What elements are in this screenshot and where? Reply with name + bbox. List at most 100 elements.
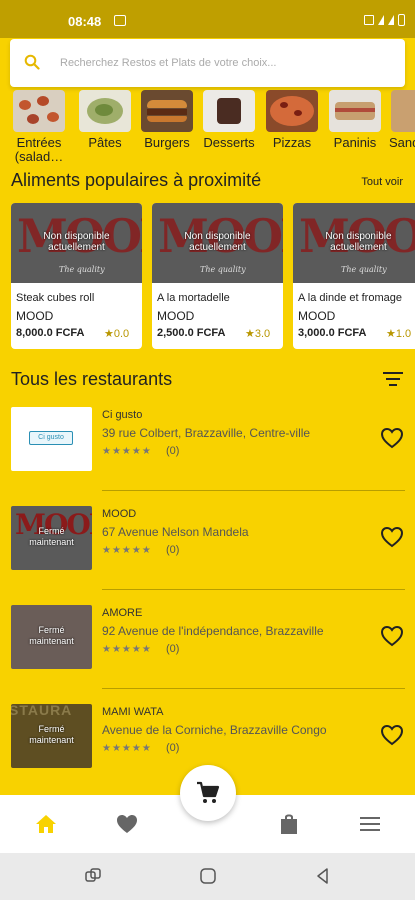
closed-overlay: Fermé maintenant bbox=[11, 625, 92, 647]
restaurant-row[interactable]: Ci gusto Ci gusto 39 rue Colbert, Brazza… bbox=[0, 407, 415, 505]
category-desserts[interactable]: Desserts bbox=[201, 90, 257, 150]
restaurant-logo: Fermé maintenant bbox=[11, 605, 92, 669]
favorite-heart-icon[interactable] bbox=[380, 625, 404, 647]
home-icon[interactable] bbox=[34, 813, 58, 835]
popular-section-title: Aliments populaires à proximité bbox=[11, 170, 262, 190]
category-label: Burgers bbox=[144, 135, 190, 150]
category-desserts-image bbox=[203, 90, 255, 132]
gallery-notification-icon bbox=[114, 15, 126, 26]
category-paninis[interactable]: Paninis bbox=[327, 90, 383, 150]
signal-icon-2 bbox=[388, 15, 394, 25]
rating-stars: ★★★★★ bbox=[102, 545, 152, 556]
cart-button[interactable] bbox=[180, 765, 236, 821]
heart-icon[interactable] bbox=[115, 813, 139, 835]
category-pizzas-image bbox=[266, 90, 318, 132]
category-strip[interactable]: Entrées (salad… Pâtes Burgers Desserts P… bbox=[0, 90, 415, 170]
popular-item-card[interactable]: MOOD The quality Non disponible actuelle… bbox=[152, 203, 283, 349]
restaurant-logo: MOOD Fermé maintenant bbox=[11, 506, 92, 570]
restaurants-section-title: Tous les restaurants bbox=[11, 369, 173, 389]
item-name: Steak cubes roll bbox=[16, 292, 95, 304]
recent-apps-icon[interactable] bbox=[84, 867, 102, 885]
category-label-2: (salad… bbox=[14, 149, 64, 164]
popular-items-list[interactable]: MOOD The quality Non disponible actuelle… bbox=[11, 203, 415, 349]
category-label: Entrées bbox=[16, 135, 62, 150]
filter-line bbox=[383, 372, 403, 374]
overlay-line: Non disponible bbox=[43, 231, 110, 242]
unavailable-overlay: Non disponible actuellement bbox=[11, 231, 142, 253]
popular-item-card[interactable]: MOOD The quality Non disponible actuelle… bbox=[293, 203, 415, 349]
food-image: MOOD The quality Non disponible actuelle… bbox=[11, 203, 142, 283]
rating-stars: ★★★★★ bbox=[102, 743, 152, 754]
search-icon bbox=[24, 54, 40, 70]
category-paninis-image bbox=[329, 90, 381, 132]
overlay-line: Fermé bbox=[38, 526, 65, 536]
popular-item-card[interactable]: MOOD The quality Non disponible actuelle… bbox=[11, 203, 142, 349]
category-label: Desserts bbox=[203, 135, 255, 150]
row-divider bbox=[102, 589, 405, 590]
restaurant-address: Avenue de la Corniche, Brazzaville Congo bbox=[102, 723, 327, 737]
category-burgers[interactable]: Burgers bbox=[139, 90, 195, 150]
status-bar: 08:48 bbox=[0, 0, 415, 38]
favorite-heart-icon[interactable] bbox=[380, 427, 404, 449]
overlay-line: actuellement bbox=[48, 242, 105, 253]
mood-logo-tagline: The quality bbox=[341, 265, 387, 274]
category-sandwiches-image bbox=[391, 90, 415, 132]
unavailable-overlay: Non disponible actuellement bbox=[293, 231, 415, 253]
restaurant-name: Ci gusto bbox=[102, 409, 143, 421]
item-restaurant: MOOD bbox=[298, 309, 336, 323]
category-entrees[interactable]: Entrées (salad… bbox=[11, 90, 67, 164]
status-indicators bbox=[364, 14, 405, 26]
overlay-line: Non disponible bbox=[184, 231, 251, 242]
restaurant-row[interactable]: MOOD Fermé maintenant MOOD 67 Avenue Nel… bbox=[0, 506, 415, 604]
back-icon[interactable] bbox=[314, 867, 332, 885]
overlay-line: maintenant bbox=[29, 537, 74, 547]
item-price: 3,000.0 FCFA bbox=[298, 327, 367, 339]
overlay-line: actuellement bbox=[189, 242, 246, 253]
overlay-line: Non disponible bbox=[325, 231, 392, 242]
review-count: (0) bbox=[166, 643, 180, 655]
category-label: Sandwic bbox=[389, 135, 415, 150]
menu-icon[interactable] bbox=[358, 813, 382, 835]
item-rating: ★1.0 bbox=[386, 328, 412, 340]
overlay-line: maintenant bbox=[29, 636, 74, 646]
category-pizzas[interactable]: Pizzas bbox=[264, 90, 320, 150]
rating-stars: ★★★★★ bbox=[102, 644, 152, 655]
see-all-link[interactable]: Tout voir bbox=[361, 176, 403, 188]
favorite-heart-icon[interactable] bbox=[380, 526, 404, 548]
ci-gusto-logo: Ci gusto bbox=[29, 431, 73, 445]
favorite-heart-icon[interactable] bbox=[380, 724, 404, 746]
restaurant-name: MOOD bbox=[102, 508, 137, 520]
home-circle-icon[interactable] bbox=[199, 867, 217, 885]
category-pates-image bbox=[79, 90, 131, 132]
closed-overlay: Fermé maintenant bbox=[11, 724, 92, 746]
status-time: 08:48 bbox=[68, 14, 102, 29]
item-rating: ★0.0 bbox=[104, 328, 130, 340]
overlay-line: maintenant bbox=[29, 735, 74, 745]
review-count: (0) bbox=[166, 445, 180, 457]
category-entrees-image bbox=[13, 90, 65, 132]
filter-line bbox=[386, 378, 400, 380]
search-bar[interactable] bbox=[10, 39, 405, 87]
item-rating: ★3.0 bbox=[245, 328, 271, 340]
bag-icon[interactable] bbox=[277, 813, 301, 835]
search-input[interactable] bbox=[60, 51, 390, 75]
item-name: A la dinde et fromage bbox=[298, 292, 402, 304]
restaurant-name: AMORE bbox=[102, 607, 143, 619]
item-name: A la mortadelle bbox=[157, 292, 230, 304]
category-pates[interactable]: Pâtes bbox=[77, 90, 133, 150]
restaurant-name: MAMI WATA bbox=[102, 706, 164, 718]
category-label: Paninis bbox=[333, 135, 377, 150]
item-price: 8,000.0 FCFA bbox=[16, 327, 85, 339]
cart-icon bbox=[197, 781, 220, 803]
item-restaurant: MOOD bbox=[157, 309, 195, 323]
overlay-line: actuellement bbox=[330, 242, 387, 253]
category-label: Pâtes bbox=[88, 135, 122, 150]
restaurant-row[interactable]: Fermé maintenant AMORE 92 Avenue de l'in… bbox=[0, 605, 415, 703]
mami-wata-logo: STAURA bbox=[11, 704, 73, 718]
filter-icon[interactable] bbox=[383, 372, 403, 388]
mood-logo-tagline: The quality bbox=[200, 265, 246, 274]
overlay-line: Fermé bbox=[38, 625, 65, 635]
mood-logo-tagline: The quality bbox=[59, 265, 105, 274]
overlay-line: Fermé bbox=[38, 724, 65, 734]
category-sandwiches[interactable]: Sandwic bbox=[389, 90, 415, 150]
